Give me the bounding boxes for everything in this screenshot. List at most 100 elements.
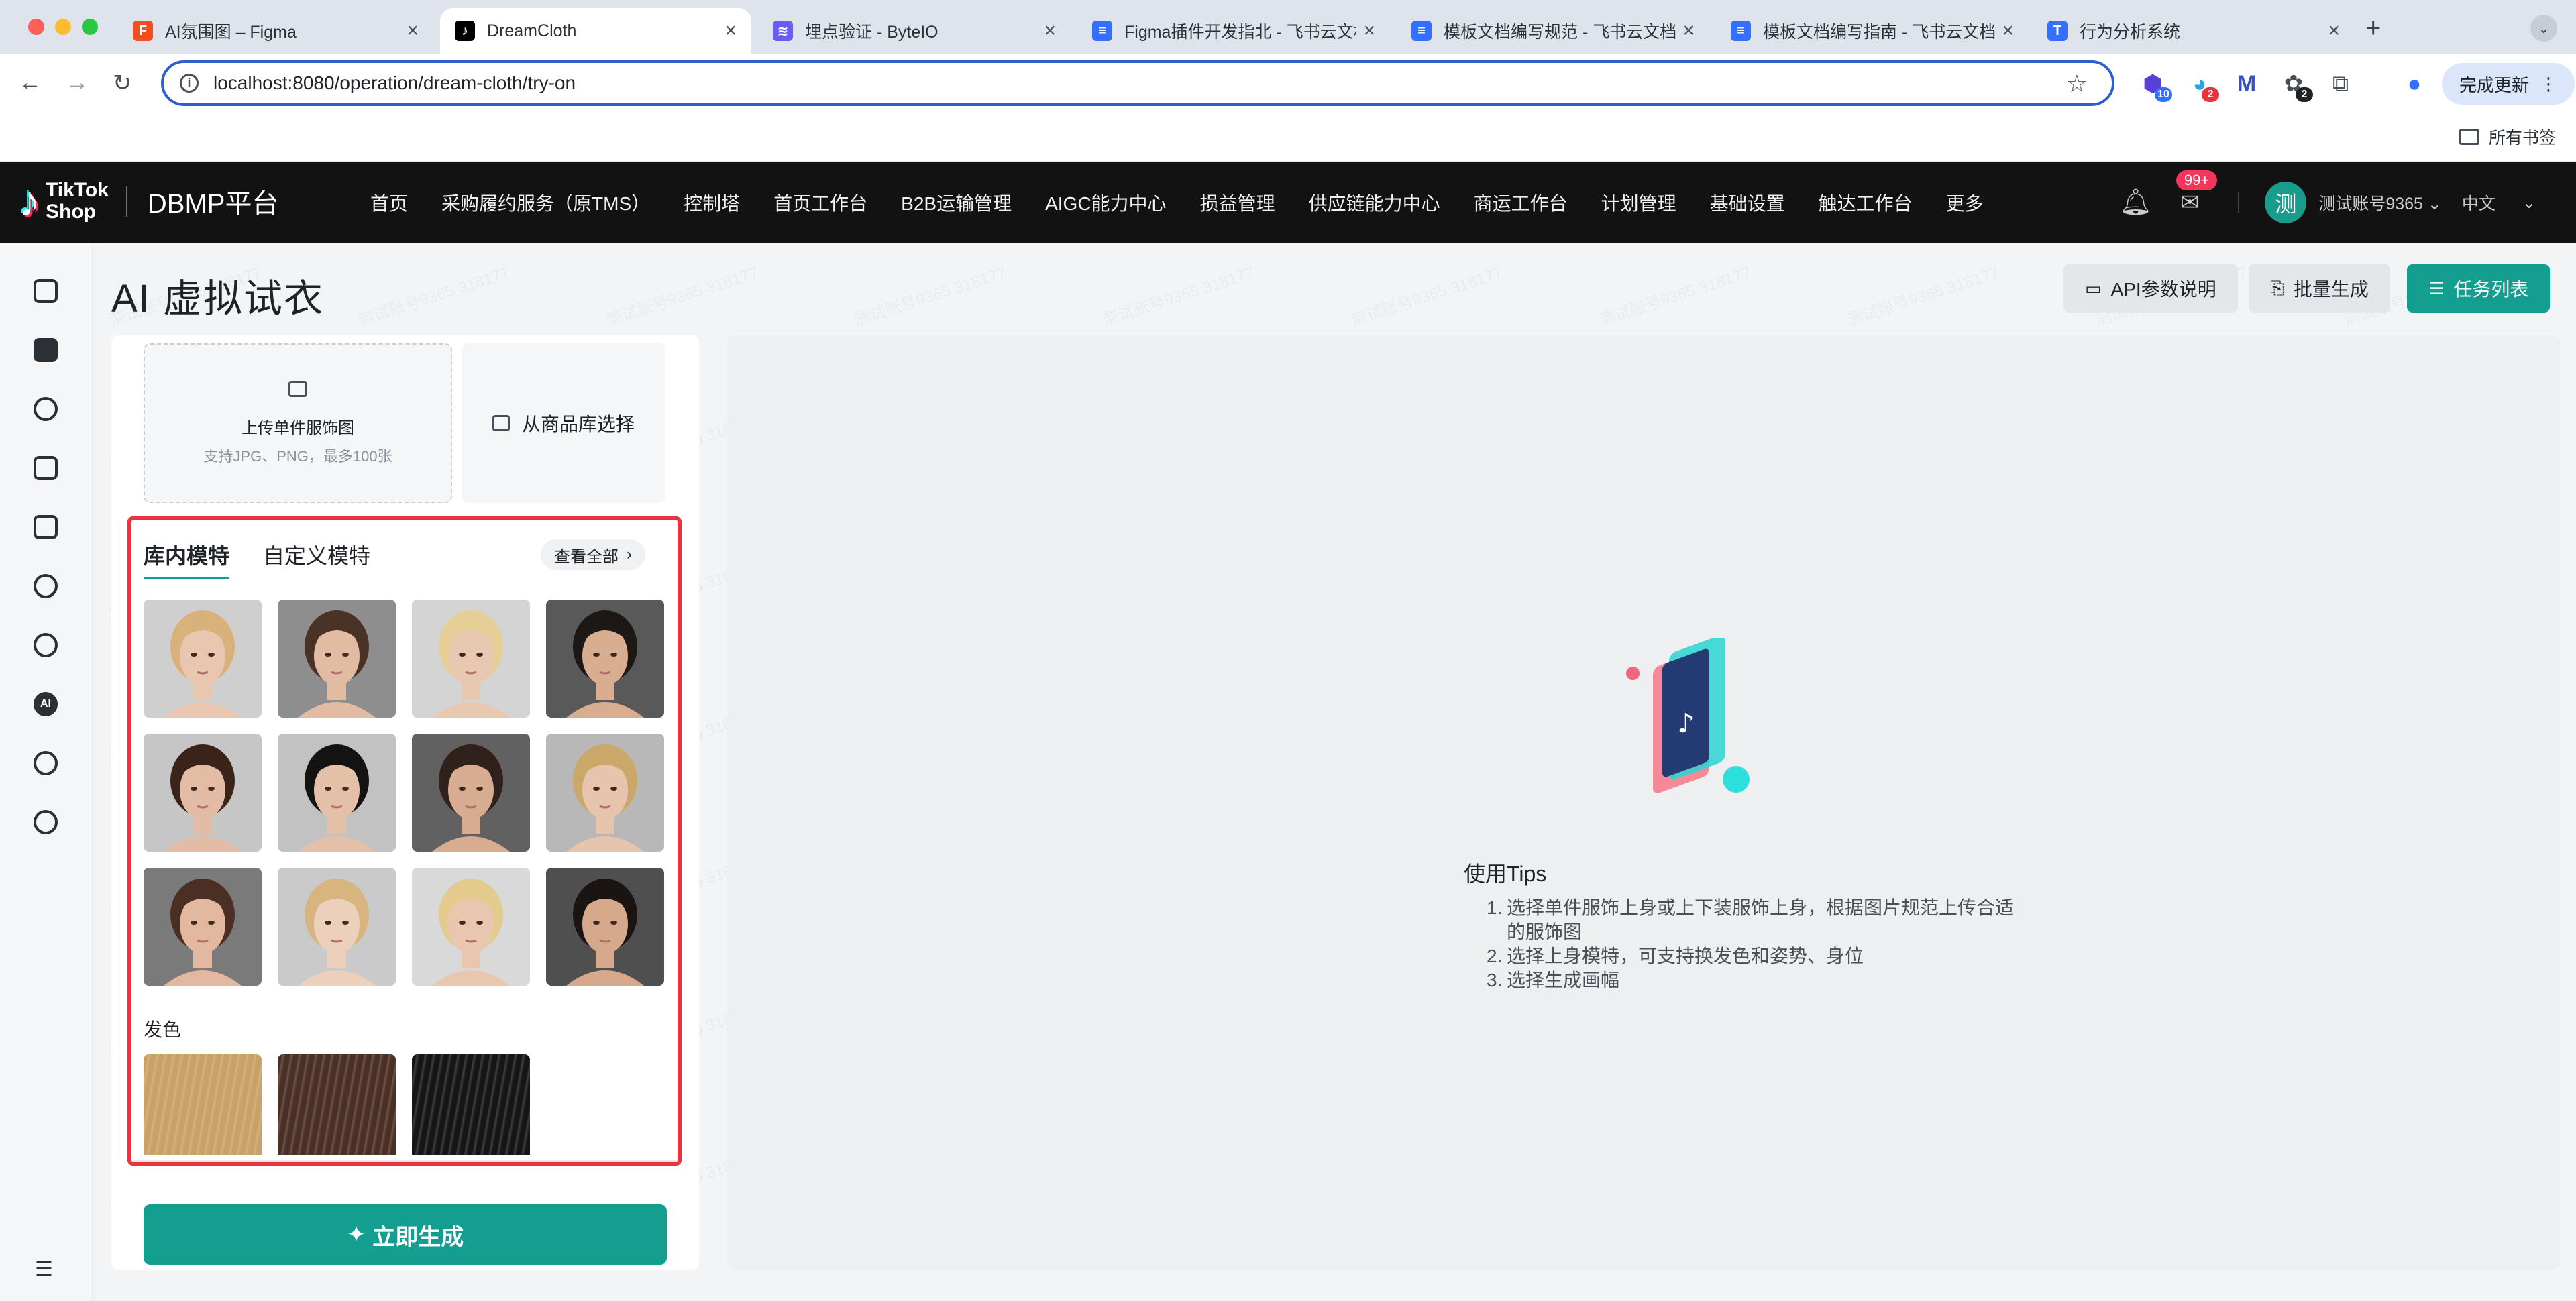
view-all-button[interactable]: 查看全部 › [541,539,645,570]
batch-generate-button[interactable]: ⎘ 批量生成 [2249,264,2390,313]
hexagon-icon-3[interactable] [34,810,58,834]
bell-icon[interactable]: 🔔︎ [2120,188,2152,217]
brand[interactable]: ♪ TikTok Shop DBMP平台 [19,180,279,223]
close-tab-icon[interactable]: × [1044,19,1056,42]
back-icon[interactable]: ← [19,70,42,96]
minimize-window-button[interactable] [55,19,71,35]
site-info-icon[interactable]: i [180,74,199,93]
language-switch[interactable]: 中文 [2462,190,2496,215]
new-tab-button[interactable]: + [2365,13,2381,44]
close-tab-icon[interactable]: × [1363,19,1375,42]
avatar[interactable]: 测 [2265,182,2307,223]
message-icon[interactable]: ✉ 99+ [2176,170,2218,216]
upload-hint: 支持JPG、PNG，最多100张 [203,447,392,465]
update-button[interactable]: 完成更新 ⋮ [2442,63,2575,105]
generate-button[interactable]: ✦ 立即生成 [144,1204,667,1265]
model-thumbnail[interactable] [144,868,262,986]
library-label: 从商品库选择 [521,414,635,435]
collapse-menu-icon[interactable]: ☰ [35,1257,53,1281]
side-rail: AI ☰ [0,243,93,1301]
forward-icon[interactable]: → [66,70,89,96]
close-window-button[interactable] [28,19,44,35]
browser-tab[interactable]: F AI氛围图 – Figma × [118,8,433,54]
main-content: 测试账号9365 318177 测试账号9365 318177 测试账号9365 3… [93,243,2576,1301]
browser-tab[interactable]: ≡ 模板文档编写指南 - 飞书云文档 × [1716,8,2029,54]
menu-item[interactable]: 供应链能力中心 [1309,189,1440,216]
hair-color-swatch[interactable] [412,1054,530,1155]
close-tab-icon[interactable]: × [1682,19,1695,42]
image-icon[interactable] [34,338,58,362]
pink-dot [1626,667,1640,680]
model-thumbnail[interactable] [412,600,530,718]
hexagon-icon-2[interactable] [34,751,58,775]
menu-item[interactable]: AIGC能力中心 [1045,189,1166,216]
model-thumbnail[interactable] [278,734,396,852]
url-text[interactable]: localhost:8080/operation/dream-cloth/try… [213,72,576,94]
model-thumbnail[interactable] [278,600,396,718]
close-tab-icon[interactable]: × [2328,19,2340,42]
brand-divider [125,186,127,217]
hair-color-swatch[interactable] [278,1054,396,1155]
model-thumbnail[interactable] [412,868,530,986]
menu-item[interactable]: 损益管理 [1200,189,1275,216]
menu-item[interactable]: 触达工作台 [1819,189,1913,216]
model-thumbnail[interactable] [144,600,262,718]
menu-item[interactable]: 控制塔 [684,189,740,216]
magic-wand-icon[interactable] [34,574,58,598]
chevron-down-icon[interactable]: ⌄ [2522,193,2536,213]
account-menu[interactable]: 测试账号9365 ⌄ [2318,190,2442,215]
browser-tab[interactable]: ♪ DreamCloth × [440,8,751,54]
all-bookmarks-button[interactable]: 所有书签 [2459,125,2556,149]
extension-2-icon[interactable]: ◕ 2 [2184,68,2219,102]
model-thumbnail[interactable] [412,734,530,852]
model-thumbnail[interactable] [144,734,262,852]
close-tab-icon[interactable]: × [724,19,737,42]
tab-title: AI氛围图 – Figma [165,23,297,42]
extension-m-icon[interactable]: M [2231,68,2262,99]
model-thumbnail[interactable] [546,734,664,852]
menu-item[interactable]: 基础设置 [1710,189,1785,216]
browser-tab[interactable]: ≋ 埋点验证 - ByteIO × [758,8,1071,54]
document-edit-icon[interactable] [34,279,58,303]
extension-1-icon[interactable]: ⬢ 10 [2137,68,2172,102]
api-doc-button[interactable]: ▭ API参数说明 [2063,264,2238,313]
tab-search-icon[interactable]: ⌄ [2530,15,2557,42]
browser-tab[interactable]: T 行为分析系统 × [2033,8,2355,54]
hair-color-swatch[interactable] [144,1054,262,1155]
menu-item[interactable]: 商运工作台 [1474,189,1568,216]
menu-item[interactable]: 首页工作台 [773,189,867,216]
ai-badge-icon[interactable]: AI [34,692,58,716]
model-thumbnail[interactable] [546,600,664,718]
close-tab-icon[interactable]: × [407,19,419,42]
browser-tab[interactable]: ≡ Figma插件开发指北 - 飞书云文档 × [1077,8,1390,54]
model-thumbnail[interactable] [278,868,396,986]
model-thumbnail[interactable] [546,868,664,986]
puzzle-icon[interactable]: ⧉ [2325,68,2356,99]
task-list-button[interactable]: ☰ 任务列表 [2407,264,2551,313]
address-bar[interactable]: i localhost:8080/operation/dream-cloth/t… [161,60,2114,106]
bookmark-star-icon[interactable]: ☆ [2066,70,2088,98]
ai-person-icon[interactable] [34,397,58,421]
profile-icon[interactable]: ● [2399,68,2430,99]
menu-item[interactable]: 计划管理 [1601,189,1676,216]
tab-custom-models[interactable]: 自定义模特 [263,539,370,579]
close-tab-icon[interactable]: × [2002,19,2014,42]
config-panel: 上传单件服饰图 支持JPG、PNG，最多100张 从商品库选择 库内模特 自定义… [111,335,699,1270]
hexagon-icon-1[interactable] [34,633,58,657]
reload-icon[interactable]: ↻ [113,70,132,97]
select-from-library-card[interactable]: 从商品库选择 [462,343,665,503]
tab-library-models[interactable]: 库内模特 [144,539,230,579]
menu-item[interactable]: 更多 [1946,189,1984,216]
model-portrait [412,600,530,718]
menu-item[interactable]: 首页 [370,189,408,216]
extension-3-icon[interactable]: ✿ 2 [2278,68,2313,102]
upload-garment-card[interactable]: 上传单件服饰图 支持JPG、PNG，最多100张 [144,343,452,503]
browser-tab[interactable]: ≡ 模板文档编写规范 - 飞书云文档 × [1397,8,1709,54]
maximize-window-button[interactable] [82,19,98,35]
archive-icon[interactable] [34,456,58,480]
extension-badge: 2 [2296,87,2313,102]
image-edit-icon[interactable] [34,515,58,539]
menu-item[interactable]: 采购履约服务（原TMS） [441,189,650,216]
tiktok-favicon-icon: ♪ [455,21,475,41]
menu-item[interactable]: B2B运输管理 [901,189,1012,216]
